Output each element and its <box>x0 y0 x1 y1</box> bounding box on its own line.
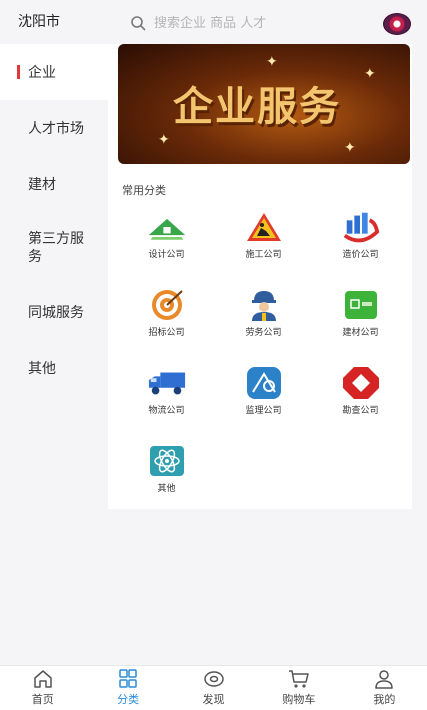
cart-icon <box>288 670 309 688</box>
worker-icon <box>244 288 284 322</box>
sparkle-icon: ✦ <box>364 66 376 82</box>
category-other[interactable]: 其他 <box>118 438 215 516</box>
banner-title: 企业服务 <box>173 83 341 130</box>
construction-sign-icon <box>244 210 284 244</box>
category-construction[interactable]: 施工公司 <box>215 204 312 282</box>
bottom-tab-bar: 首页 分类 发现 购物车 我的 <box>0 665 427 710</box>
tab-profile[interactable]: 我的 <box>342 666 427 710</box>
enterprise-service-banner[interactable]: ✦ ✦ ✦ ✦ 企业服务 <box>118 44 410 164</box>
sparkle-icon: ✦ <box>266 54 278 70</box>
target-icon <box>147 288 187 322</box>
home-icon <box>33 670 52 688</box>
search-input[interactable] <box>154 15 344 31</box>
category-design[interactable]: 设计公司 <box>118 204 215 282</box>
category-content: ✦ ✦ ✦ ✦ 企业服务 常用分类 设计公司 施工公司 造价公司 招标公司 劳务… <box>108 44 412 509</box>
truck-icon <box>147 366 187 400</box>
house-icon <box>147 210 187 244</box>
sidebar-item-third-party[interactable]: 第三方服务 <box>0 212 108 284</box>
category-grid: 设计公司 施工公司 造价公司 招标公司 劳务公司 建材公司 物流公司 监理公司 … <box>118 204 410 516</box>
search-icon <box>131 16 146 31</box>
eye-icon <box>203 671 224 687</box>
building-chart-icon <box>341 210 381 244</box>
search-bar[interactable] <box>130 12 360 34</box>
sidebar-item-building-materials[interactable]: 建材 <box>0 156 108 212</box>
atom-icon <box>147 444 187 478</box>
supervision-icon <box>244 366 284 400</box>
tab-home[interactable]: 首页 <box>0 666 85 710</box>
user-icon <box>375 670 394 689</box>
sparkle-icon: ✦ <box>158 132 170 148</box>
material-icon <box>341 288 381 322</box>
sidebar-item-other[interactable]: 其他 <box>0 340 108 396</box>
grid-icon <box>119 669 137 688</box>
category-cost[interactable]: 造价公司 <box>312 204 409 282</box>
sidebar-item-local-service[interactable]: 同城服务 <box>0 284 108 340</box>
section-title: 常用分类 <box>122 184 166 197</box>
category-logistics[interactable]: 物流公司 <box>118 360 215 438</box>
sparkle-icon: ✦ <box>344 140 356 156</box>
category-sidebar: 企业 人才市场 建材 第三方服务 同城服务 其他 <box>0 44 108 396</box>
tab-category[interactable]: 分类 <box>85 666 170 710</box>
avatar[interactable] <box>383 13 411 35</box>
sidebar-item-talent-market[interactable]: 人才市场 <box>0 100 108 156</box>
category-bidding[interactable]: 招标公司 <box>118 282 215 360</box>
category-survey[interactable]: 勘查公司 <box>312 360 409 438</box>
top-bar: 沈阳市 <box>0 0 427 44</box>
category-supervision[interactable]: 监理公司 <box>215 360 312 438</box>
sidebar-item-enterprise[interactable]: 企业 <box>0 44 108 100</box>
survey-icon <box>341 366 381 400</box>
category-material[interactable]: 建材公司 <box>312 282 409 360</box>
tab-cart[interactable]: 购物车 <box>256 666 341 710</box>
tab-discover[interactable]: 发现 <box>171 666 256 710</box>
city-selector[interactable]: 沈阳市 <box>18 11 60 31</box>
category-labor[interactable]: 劳务公司 <box>215 282 312 360</box>
